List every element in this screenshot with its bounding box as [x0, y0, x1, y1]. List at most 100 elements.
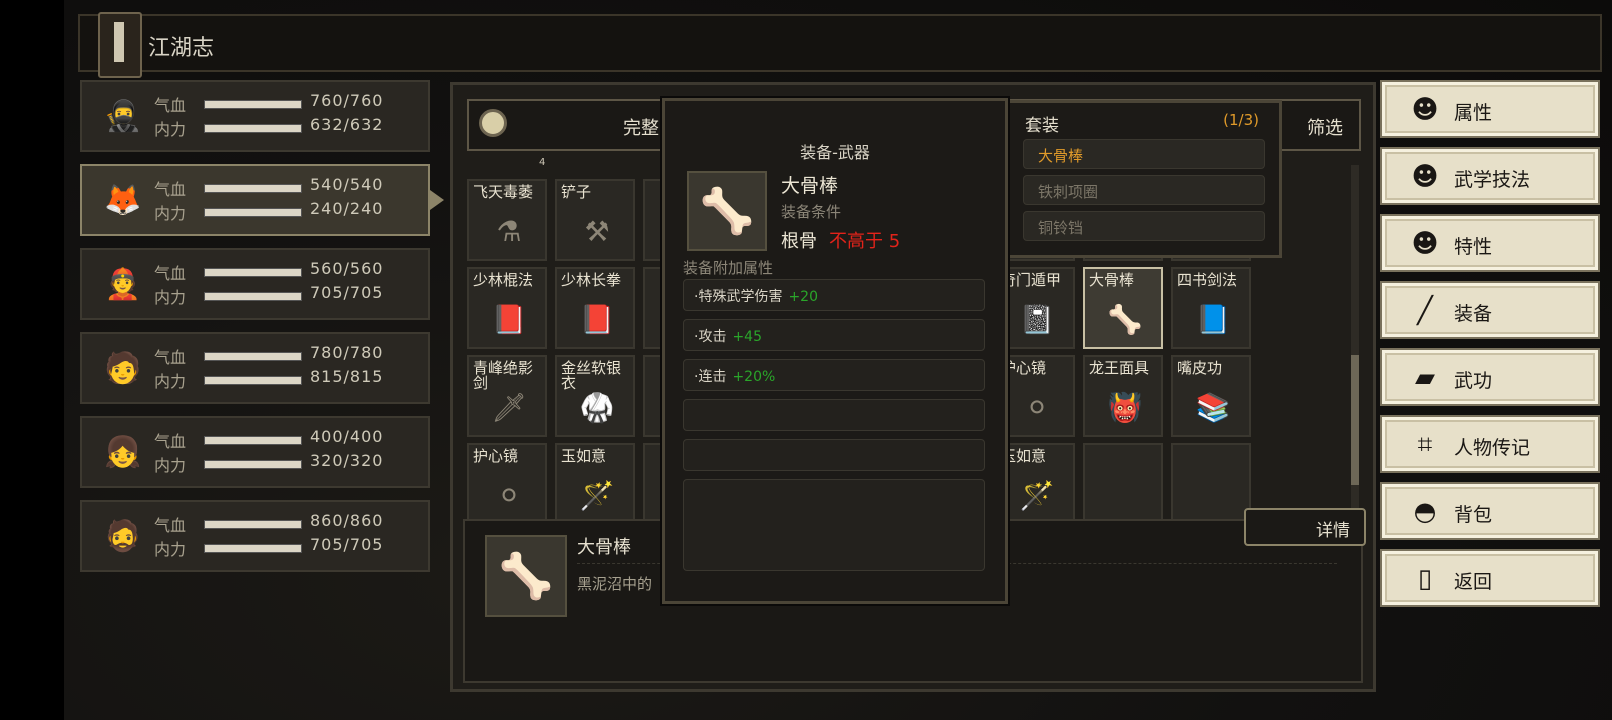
- nav-icon: ☻: [1411, 162, 1439, 192]
- mp-value: 320/320: [310, 451, 384, 470]
- item-slot[interactable]: 龙王面具 👹: [1083, 355, 1163, 437]
- item-icon: ⚪: [1025, 390, 1049, 424]
- item-icon: ⚪: [497, 478, 521, 512]
- suit-count: (1/3): [1223, 111, 1259, 129]
- item-slot[interactable]: 青峰绝影剑 🗡: [467, 355, 547, 437]
- hp-bar-fill: [205, 185, 301, 192]
- mp-bar: [204, 376, 302, 385]
- item-name: 玉如意: [1001, 447, 1047, 465]
- nav-label: 武学技法: [1454, 169, 1531, 191]
- suit-item[interactable]: 铜铃铛: [1023, 211, 1265, 241]
- item-icon: 📘: [1195, 302, 1231, 336]
- item-count: 4: [539, 157, 546, 168]
- detail-item-name: 大骨棒: [577, 537, 631, 558]
- mp-bar-fill: [205, 293, 301, 300]
- item-name: 少林棍法: [473, 271, 534, 289]
- nav-label: 背包: [1454, 504, 1493, 526]
- suit-item[interactable]: 铁刺项圈: [1023, 175, 1265, 205]
- item-name: 龙王面具: [1089, 359, 1150, 377]
- item-slot[interactable]: 四书剑法 📘: [1171, 267, 1251, 349]
- party-member-card[interactable]: 🥷 气血 760/760 内力 632/632: [80, 80, 430, 152]
- mp-bar-fill: [205, 377, 301, 384]
- mp-label: 内力: [154, 372, 187, 391]
- tooltip-requirement-label: 装备条件: [781, 203, 842, 221]
- item-slot[interactable]: 护心镜 ⚪: [467, 443, 547, 525]
- bonus-line-empty: [683, 479, 985, 571]
- nav-button[interactable]: ▰ 武功: [1380, 348, 1600, 406]
- suit-item[interactable]: 大骨棒: [1023, 139, 1265, 169]
- hp-value: 540/540: [310, 175, 384, 194]
- item-slot[interactable]: 铲子 ⚒: [555, 179, 635, 261]
- nav-label: 返回: [1454, 571, 1493, 593]
- nav-label: 特性: [1454, 236, 1493, 258]
- mp-label: 内力: [154, 204, 187, 223]
- party-member-card[interactable]: 👧 气血 400/400 内力 320/320: [80, 416, 430, 488]
- party-member-card[interactable]: 🧔 气血 860/860 内力 705/705: [80, 500, 430, 572]
- bonus-line: ·攻击 +45: [683, 319, 985, 351]
- party-member-card[interactable]: 🦊 气血 540/540 内力 240/240: [80, 164, 444, 236]
- character-portrait-icon: 🧔: [104, 518, 142, 554]
- nav-button[interactable]: ⌗ 人物传记: [1380, 415, 1600, 473]
- nav-button[interactable]: ▯ 返回: [1380, 549, 1600, 607]
- item-slot[interactable]: [1171, 443, 1251, 525]
- item-slot[interactable]: 大骨棒 🦴: [1083, 267, 1163, 349]
- bonus-value: +20%: [732, 369, 776, 385]
- mp-value: 705/705: [310, 283, 384, 302]
- party-member-card[interactable]: 👲 气血 560/560 内力 705/705: [80, 248, 430, 320]
- hp-bar-fill: [205, 269, 301, 276]
- item-slot[interactable]: [1083, 443, 1163, 525]
- hp-label: 气血: [154, 516, 187, 535]
- item-slot[interactable]: 少林长拳 📕: [555, 267, 635, 349]
- item-slot[interactable]: 玉如意 🪄: [555, 443, 635, 525]
- nav-button[interactable]: ☻ 武学技法: [1380, 147, 1600, 205]
- bonus-label: ·攻击: [694, 329, 727, 345]
- hp-row: 气血 780/780: [154, 342, 424, 367]
- nav-button[interactable]: ╱ 装备: [1380, 281, 1600, 339]
- item-slot[interactable]: 飞天毒萎 ⚗: [467, 179, 547, 261]
- item-slot[interactable]: 少林棍法 📕: [467, 267, 547, 349]
- mp-bar: [204, 544, 302, 553]
- suit-title: 套装: [1025, 116, 1059, 136]
- requirement-condition: 不高于 5: [829, 231, 901, 252]
- hp-bar: [204, 352, 302, 361]
- bonus-label: ·连击: [694, 369, 727, 385]
- mp-bar: [204, 124, 302, 133]
- hp-row: 气血 560/560: [154, 258, 424, 283]
- item-tooltip: 装备-武器 🦴 大骨棒 装备条件 根骨 不高于 5 装备附加属性 ·特殊武学伤害 +…: [662, 98, 1008, 604]
- nav-button[interactable]: ☻ 属性: [1380, 80, 1600, 138]
- nav-button[interactable]: ☻ 特性: [1380, 214, 1600, 272]
- item-name: 铲子: [561, 183, 592, 201]
- item-icon: 📕: [491, 302, 527, 336]
- suit-item-label: 铜铃铛: [1038, 219, 1084, 237]
- hp-value: 860/860: [310, 511, 384, 530]
- nav-label: 装备: [1454, 303, 1493, 325]
- mp-label: 内力: [154, 120, 187, 139]
- mp-bar-fill: [205, 461, 301, 468]
- nav-icon: ☻: [1411, 229, 1439, 259]
- party-member-card[interactable]: 🧑 气血 780/780 内力 815/815: [80, 332, 430, 404]
- item-icon: 🥋: [579, 390, 615, 424]
- item-icon: 📓: [1019, 302, 1055, 336]
- nav-icon: ▰: [1415, 363, 1435, 393]
- details-button[interactable]: 详情: [1244, 508, 1366, 546]
- hp-value: 780/780: [310, 343, 384, 362]
- mp-bar-fill: [205, 545, 301, 552]
- hp-value: 560/560: [310, 259, 384, 278]
- mp-label: 内力: [154, 288, 187, 307]
- item-icon: ⚗: [496, 214, 522, 248]
- item-name: 四书剑法: [1177, 271, 1238, 289]
- hp-value: 760/760: [310, 91, 384, 110]
- item-icon: 👹: [1107, 390, 1143, 424]
- item-name: 嘴皮功: [1177, 359, 1223, 377]
- nav-button[interactable]: ◓ 背包: [1380, 482, 1600, 540]
- suit-item-label: 铁刺项圈: [1038, 183, 1099, 201]
- filter-button[interactable]: 筛选: [1307, 114, 1343, 140]
- requirement-stat: 根骨: [781, 231, 817, 252]
- coin-icon[interactable]: [479, 109, 507, 137]
- nav-icon: ◓: [1413, 497, 1437, 527]
- mp-value: 815/815: [310, 367, 384, 386]
- scrollbar-thumb[interactable]: [1351, 355, 1359, 485]
- mp-label: 内力: [154, 456, 187, 475]
- item-slot[interactable]: 金丝软银衣 🥋: [555, 355, 635, 437]
- item-slot[interactable]: 嘴皮功 📚: [1171, 355, 1251, 437]
